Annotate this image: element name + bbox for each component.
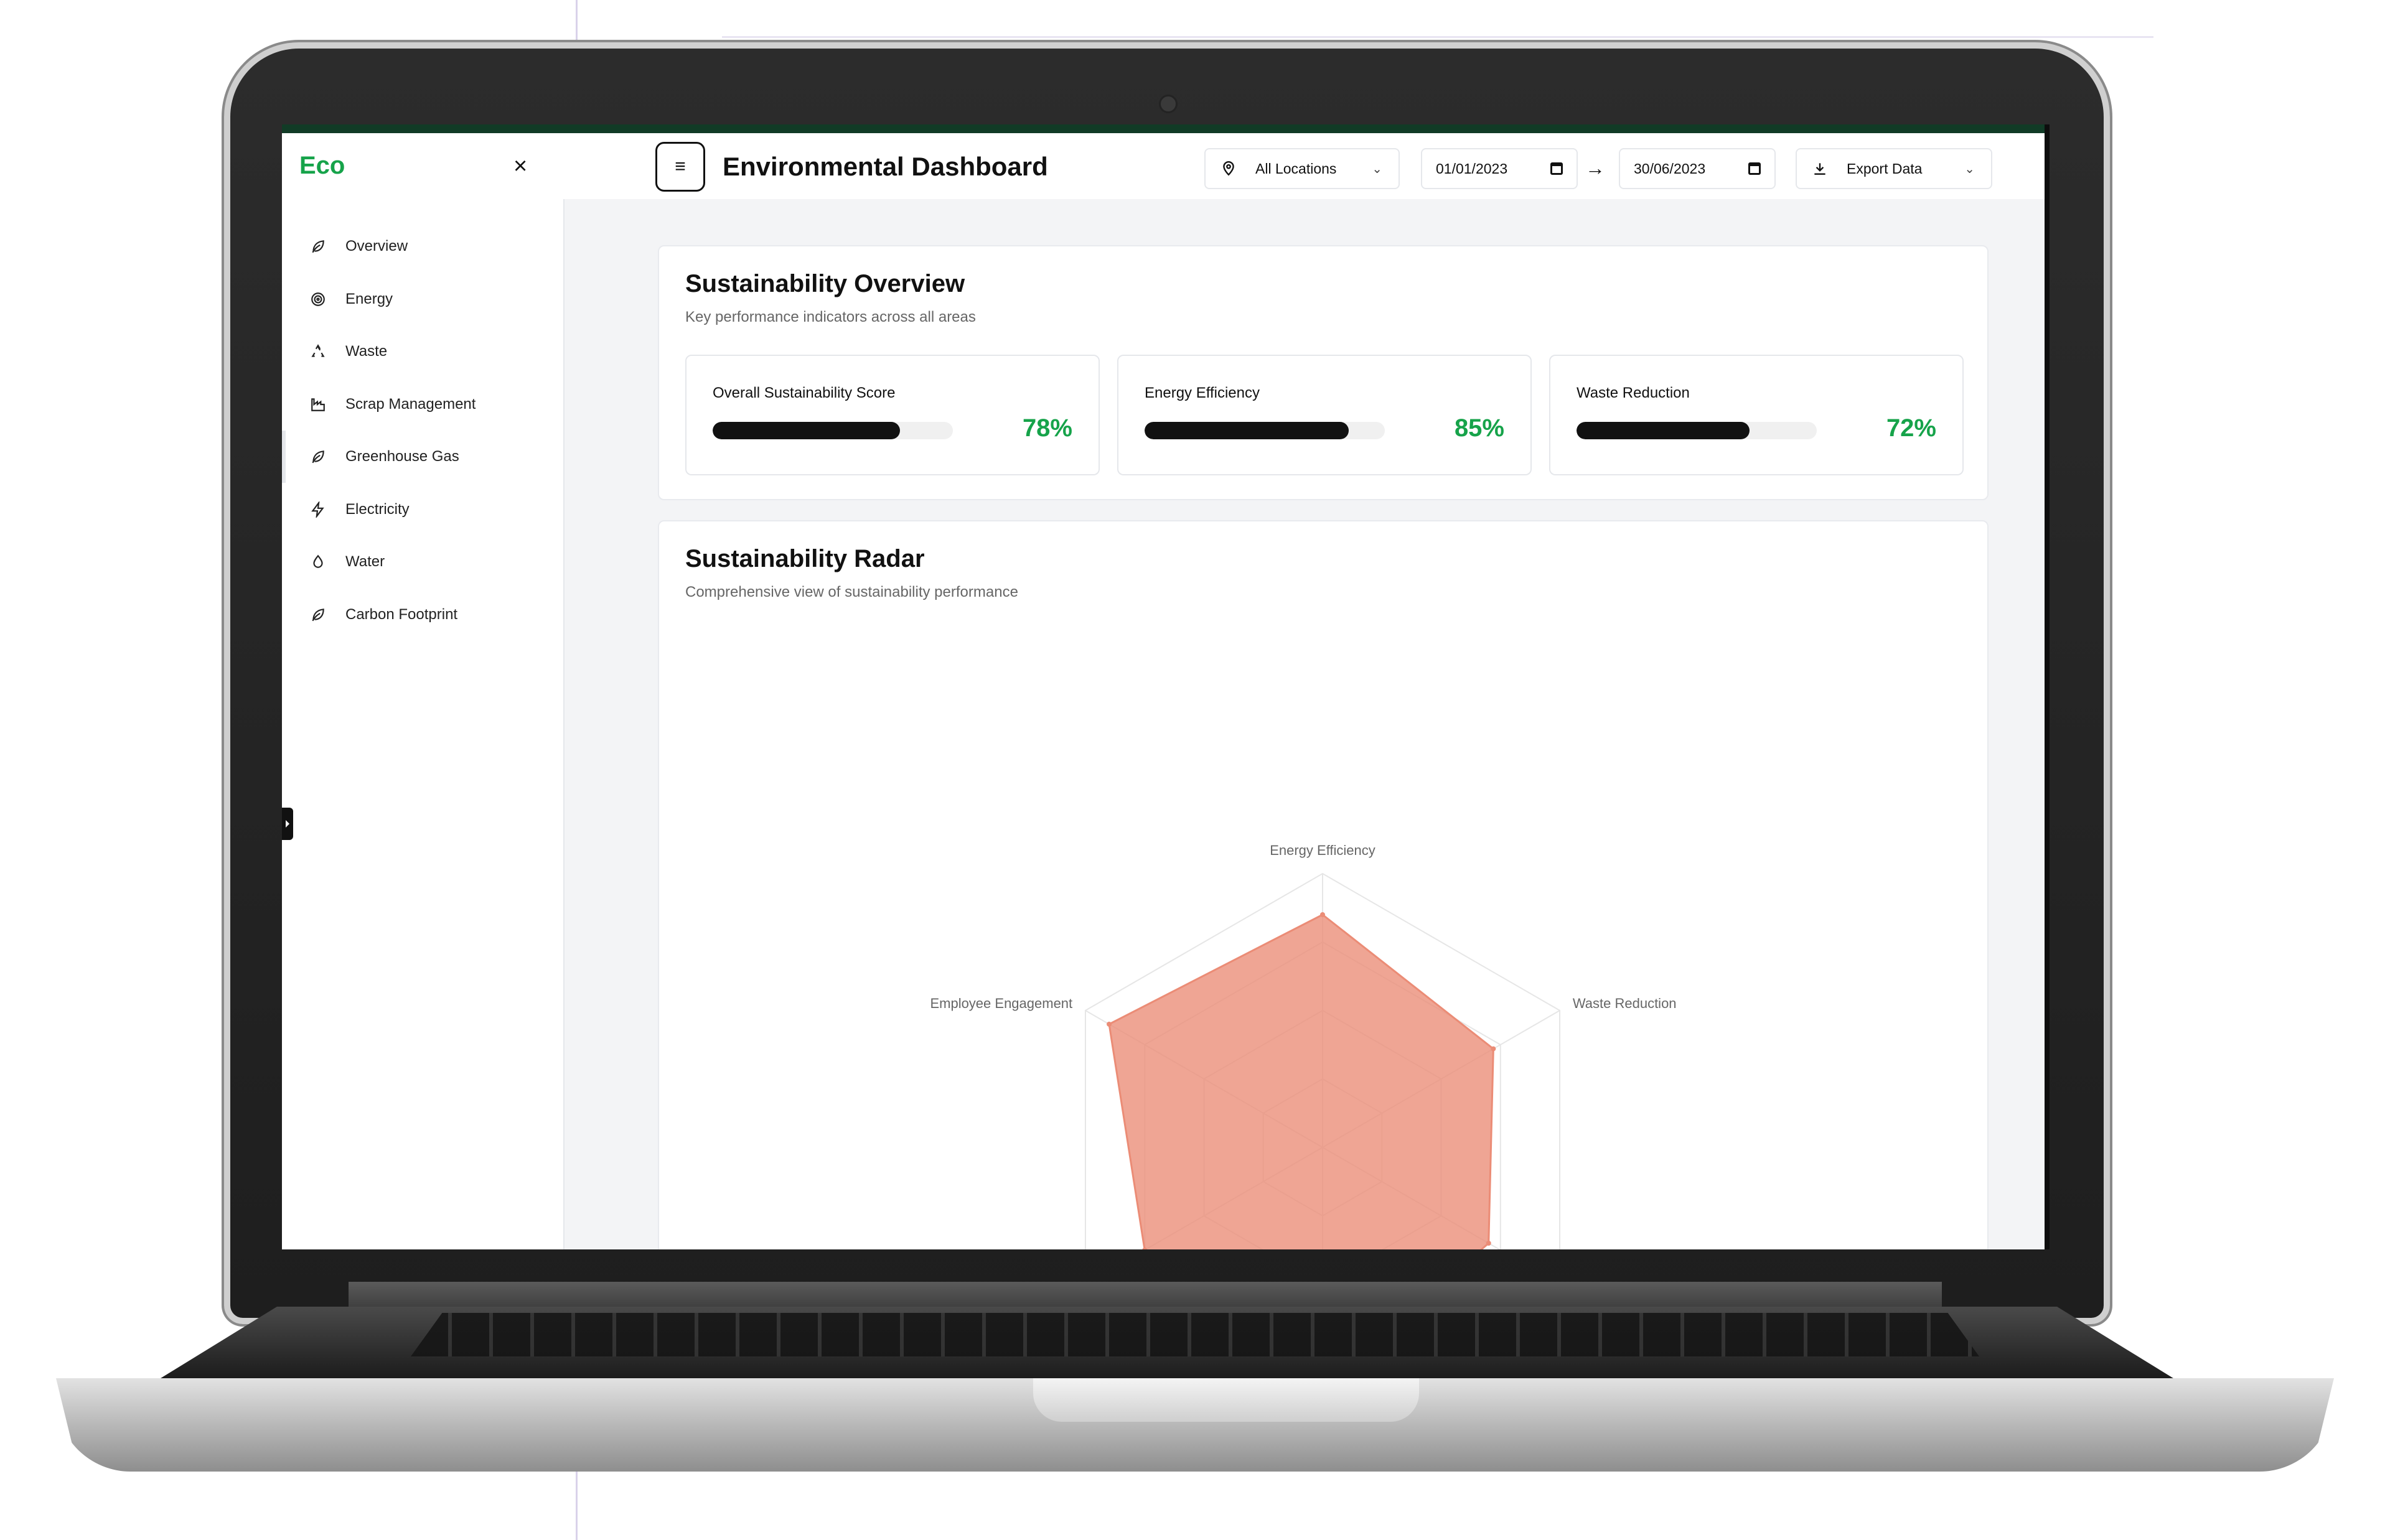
radar-series-area (1108, 913, 1494, 1249)
sidebar-item-water[interactable]: Water (309, 536, 546, 589)
sidebar-item-label: Scrap Management (345, 395, 476, 413)
top-header: ≡ Environmental Dashboard All Locations … (563, 133, 2045, 199)
sidebar-nav: Overview Energy Waste Scrap Management G… (309, 220, 546, 641)
sidebar-item-carbon-footprint[interactable]: Carbon Footprint (309, 589, 546, 642)
kpi-value: 85% (1454, 414, 1504, 442)
kpi-card-waste-reduction: Waste Reduction 72% (1549, 355, 1964, 475)
background-line (576, 1468, 578, 1540)
radar-point (1320, 912, 1325, 917)
sidebar-item-label: Overview (345, 238, 408, 255)
kpi-label: Energy Efficiency (1145, 385, 1260, 401)
radar-chart: Energy EfficiencyWaste ReductionWater Co… (930, 842, 1677, 1249)
card-title: Sustainability Overview (685, 270, 965, 297)
kpi-value: 78% (1022, 414, 1072, 442)
kpi-card-energy-efficiency: Energy Efficiency 85% (1117, 355, 1532, 475)
arrow-right-icon: → (1585, 157, 1605, 179)
sidebar-item-greenhouse-gas[interactable]: Greenhouse Gas (309, 431, 546, 483)
sidebar-item-label: Carbon Footprint (345, 605, 458, 623)
kpi-progress-fill (713, 422, 901, 439)
menu-toggle-button[interactable]: ≡ (655, 142, 705, 192)
calendar-icon[interactable] (1550, 162, 1563, 175)
sidebar-item-waste[interactable]: Waste (309, 325, 546, 378)
end-date-value: 30/06/2023 (1634, 160, 1706, 177)
laptop-screen: Eco × Overview Energy Waste Scrap Manage… (282, 124, 2050, 1249)
recycle-icon (309, 343, 327, 360)
leaf-icon (309, 238, 327, 255)
start-date-value: 01/01/2023 (1436, 160, 1508, 177)
sidebar-item-label: Water (345, 553, 385, 571)
sidebar-collapse-handle[interactable] (282, 808, 293, 840)
background-line (722, 36, 2153, 38)
page-title: Environmental Dashboard (723, 152, 1048, 181)
map-pin-icon (1221, 161, 1237, 177)
bolt-icon (309, 501, 327, 518)
radar-axis-label: Energy Efficiency (1270, 842, 1375, 858)
location-value: All Locations (1255, 160, 1337, 177)
chevron-down-icon: ⌄ (1964, 162, 1975, 176)
kpi-label: Overall Sustainability Score (713, 385, 896, 401)
webcam (1159, 95, 1178, 113)
sidebar-item-label: Electricity (345, 500, 410, 518)
leaf-icon (309, 448, 327, 465)
sidebar-item-energy[interactable]: Energy (309, 273, 546, 326)
radar-axis-label: Employee Engagement (930, 996, 1072, 1011)
radar-point (1491, 1046, 1496, 1052)
radar-axis-label: Waste Reduction (1573, 996, 1677, 1011)
kpi-progress-track (1145, 422, 1385, 439)
keyboard-keys (411, 1313, 1979, 1356)
sidebar-item-scrap-management[interactable]: Scrap Management (309, 378, 546, 431)
sidebar: Eco × Overview Energy Waste Scrap Manage… (282, 133, 565, 1249)
target-icon (309, 291, 327, 308)
radar-point (1486, 1241, 1491, 1246)
factory-icon (309, 396, 327, 413)
close-sidebar-button[interactable]: × (513, 154, 527, 178)
radar-point (1107, 1022, 1112, 1027)
sustainability-radar-card: Sustainability Radar Comprehensive view … (658, 520, 1989, 1249)
chevron-down-icon: ⌄ (1372, 162, 1382, 176)
start-date-input[interactable]: 01/01/2023 (1421, 148, 1578, 189)
sidebar-item-label: Greenhouse Gas (345, 448, 459, 465)
kpi-progress-fill (1145, 422, 1349, 439)
kpi-progress-track (713, 422, 953, 439)
kpi-progress-track (1577, 422, 1817, 439)
kpi-value: 72% (1886, 414, 1936, 442)
screen-edge (2045, 124, 2050, 1249)
export-data-label: Export Data (1847, 160, 1923, 177)
screen-top-bar (282, 124, 2050, 133)
background-line (576, 0, 578, 44)
sidebar-item-electricity[interactable]: Electricity (309, 483, 546, 536)
trackpad-notch (1033, 1378, 1419, 1422)
sidebar-item-label: Energy (345, 290, 393, 307)
kpi-progress-fill (1577, 422, 1750, 439)
kpi-card-overall-score: Overall Sustainability Score 78% (685, 355, 1100, 475)
end-date-input[interactable]: 30/06/2023 (1619, 148, 1776, 189)
sustainability-overview-card: Sustainability Overview Key performance … (658, 245, 1989, 500)
card-subtitle: Key performance indicators across all ar… (685, 309, 976, 325)
droplet-icon (309, 553, 327, 571)
leaf-icon (309, 606, 327, 623)
export-data-button[interactable]: Export Data ⌄ (1796, 148, 1992, 189)
location-select[interactable]: All Locations ⌄ (1204, 148, 1400, 189)
download-icon (1812, 161, 1828, 177)
brand-logo[interactable]: Eco (299, 152, 345, 180)
kpi-label: Waste Reduction (1577, 385, 1690, 401)
calendar-icon[interactable] (1748, 162, 1761, 175)
sidebar-item-overview[interactable]: Overview (309, 220, 546, 273)
sidebar-item-label: Waste (345, 343, 388, 360)
